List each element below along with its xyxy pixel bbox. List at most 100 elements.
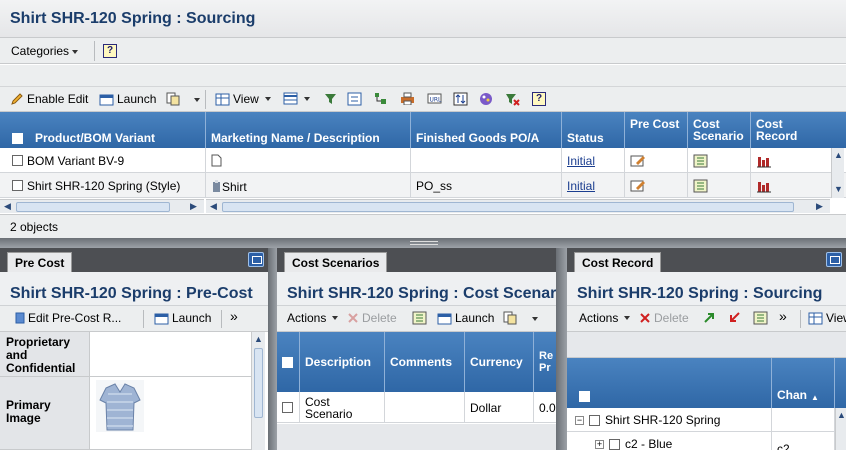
chevron-down-icon[interactable] [532,317,538,321]
row-checkbox[interactable] [12,155,23,166]
copy-button[interactable] [503,311,517,325]
panel-splitter[interactable] [268,248,277,450]
help-icon[interactable]: ? [103,44,117,58]
horizontal-splitter[interactable] [0,238,846,248]
product-cell: BOM Variant BV-9 [0,148,206,173]
column-header-finished-goods[interactable]: Finished Goods PO/A [411,112,562,148]
column-header-cost-scenario[interactable]: Cost Scenario [688,112,751,148]
column-header-marketing[interactable]: Marketing Name / Description [206,112,411,148]
select-all-checkbox[interactable] [282,356,293,368]
panel-vertical-scrollbar[interactable]: ▲ [251,332,265,450]
view-menu[interactable]: View [215,92,271,106]
column-header-retail-price[interactable]: Re Pr [534,332,556,392]
cost-record-cell[interactable] [751,173,831,198]
scroll-right-icon[interactable]: ▶ [816,201,823,212]
actions-menu[interactable]: Actions [579,311,631,325]
launch-button[interactable]: Launch [437,311,494,325]
column-header-description[interactable]: Description [300,332,385,392]
primary-image[interactable] [96,380,144,432]
clear-filter-button[interactable] [505,92,520,106]
pre-cost-cell[interactable] [625,148,688,173]
view-menu[interactable]: View [808,311,846,325]
column-header-cost-record[interactable]: Cost Record [751,112,831,148]
more-button[interactable]: » [779,308,787,324]
column-header-comments[interactable]: Comments [385,332,465,392]
table-row[interactable]: Cost Scenario Dollar 0.0 [277,392,556,423]
tab-cost-record[interactable]: Cost Record [574,252,662,272]
column-header-currency[interactable]: Currency [465,332,534,392]
column-header-pre-cost[interactable]: Pre Cost [625,112,688,148]
row-checkbox[interactable] [282,402,293,413]
url-button[interactable]: URL [427,92,442,105]
expand-icon[interactable]: + [595,439,604,449]
select-all-checkbox[interactable] [12,133,23,144]
chevron-down-icon[interactable] [194,98,200,102]
cost-record-cell[interactable] [751,148,831,173]
scroll-right-icon[interactable]: ▶ [190,201,197,212]
spreadsheet-button[interactable] [753,311,769,325]
print-button[interactable] [400,92,415,105]
table-row[interactable]: BOM Variant BV-9 Initial [0,148,846,173]
tree-button[interactable] [374,92,387,105]
column-header-product[interactable]: Product/BOM Variant [0,112,206,148]
scrollbar-thumb[interactable] [222,202,794,212]
launch-button[interactable]: Launch [99,92,156,106]
tab-pre-cost[interactable]: Pre Cost [7,252,73,272]
delete-button[interactable]: Delete [639,311,689,325]
sort-button[interactable] [453,92,468,106]
column-header-status[interactable]: Status [562,112,625,148]
help-icon[interactable]: ? [532,92,546,106]
status-link[interactable]: Initial [567,154,595,168]
move-down-button[interactable] [728,311,741,324]
splitter-grip[interactable] [410,241,438,245]
collapse-icon[interactable]: − [575,415,584,425]
categories-menu[interactable]: Categories [11,44,79,58]
row-checkbox[interactable] [12,180,23,191]
grid-left-horizontal-scrollbar[interactable]: ◀ ▶ [0,199,204,213]
row-checkbox[interactable] [589,414,600,426]
panel-vertical-scrollbar[interactable]: ▲ [835,408,846,450]
scroll-up-icon[interactable]: ▲ [837,410,846,420]
more-button[interactable]: » [230,308,238,324]
tree-row[interactable]: − Shirt SHR-120 Spring [567,408,835,432]
cost-scenario-cell[interactable] [688,173,751,198]
select-all-checkbox[interactable] [579,391,590,402]
layout-button[interactable] [283,92,310,105]
scroll-left-icon[interactable]: ◀ [4,201,11,212]
color-button[interactable] [479,92,493,106]
column-header-channel[interactable]: Chan ▲ [772,358,835,408]
spreadsheet-button[interactable] [412,311,428,325]
delete-button[interactable]: Delete [347,311,397,325]
tab-cost-scenarios[interactable]: Cost Scenarios [284,252,388,272]
filter-button[interactable] [324,92,337,105]
scroll-down-icon[interactable]: ▼ [834,184,843,194]
copy-button[interactable] [166,92,180,106]
status-link[interactable]: Initial [567,179,595,193]
edit-pre-cost-button[interactable]: Edit Pre-Cost R... [15,311,121,325]
actions-menu[interactable]: Actions [287,311,339,325]
edit-icon [15,312,25,324]
scrollbar-thumb[interactable] [254,348,263,418]
grid-right-horizontal-scrollbar[interactable]: ◀ ▶ [206,199,830,213]
tree-row[interactable]: + c2 - Blue c2 [567,432,835,450]
panel-splitter[interactable] [556,248,567,450]
pre-cost-cell[interactable] [625,173,688,198]
row-checkbox[interactable] [609,438,620,450]
scroll-up-icon[interactable]: ▲ [834,150,843,160]
select-all-column[interactable] [567,358,772,408]
maximize-icon[interactable] [826,252,842,267]
select-all-column[interactable] [277,332,300,392]
move-up-button[interactable] [703,311,716,324]
launch-button[interactable]: Launch [154,311,211,325]
scrollbar-thumb[interactable] [16,202,170,212]
svg-text:URL: URL [430,97,443,104]
cost-scenario-cell[interactable] [688,148,751,173]
grid-vertical-scrollbar[interactable]: ▲ ▼ [831,148,844,198]
scroll-left-icon[interactable]: ◀ [210,201,217,212]
maximize-icon[interactable] [248,252,264,267]
table-row[interactable]: Shirt SHR-120 Spring (Style) Shirt PO_ss… [0,173,846,198]
compare-button[interactable] [347,92,362,106]
enable-edit-button[interactable]: Enable Edit [10,92,88,106]
scroll-up-icon[interactable]: ▲ [254,334,263,344]
retail-price-cell: 0.0 [539,400,556,415]
